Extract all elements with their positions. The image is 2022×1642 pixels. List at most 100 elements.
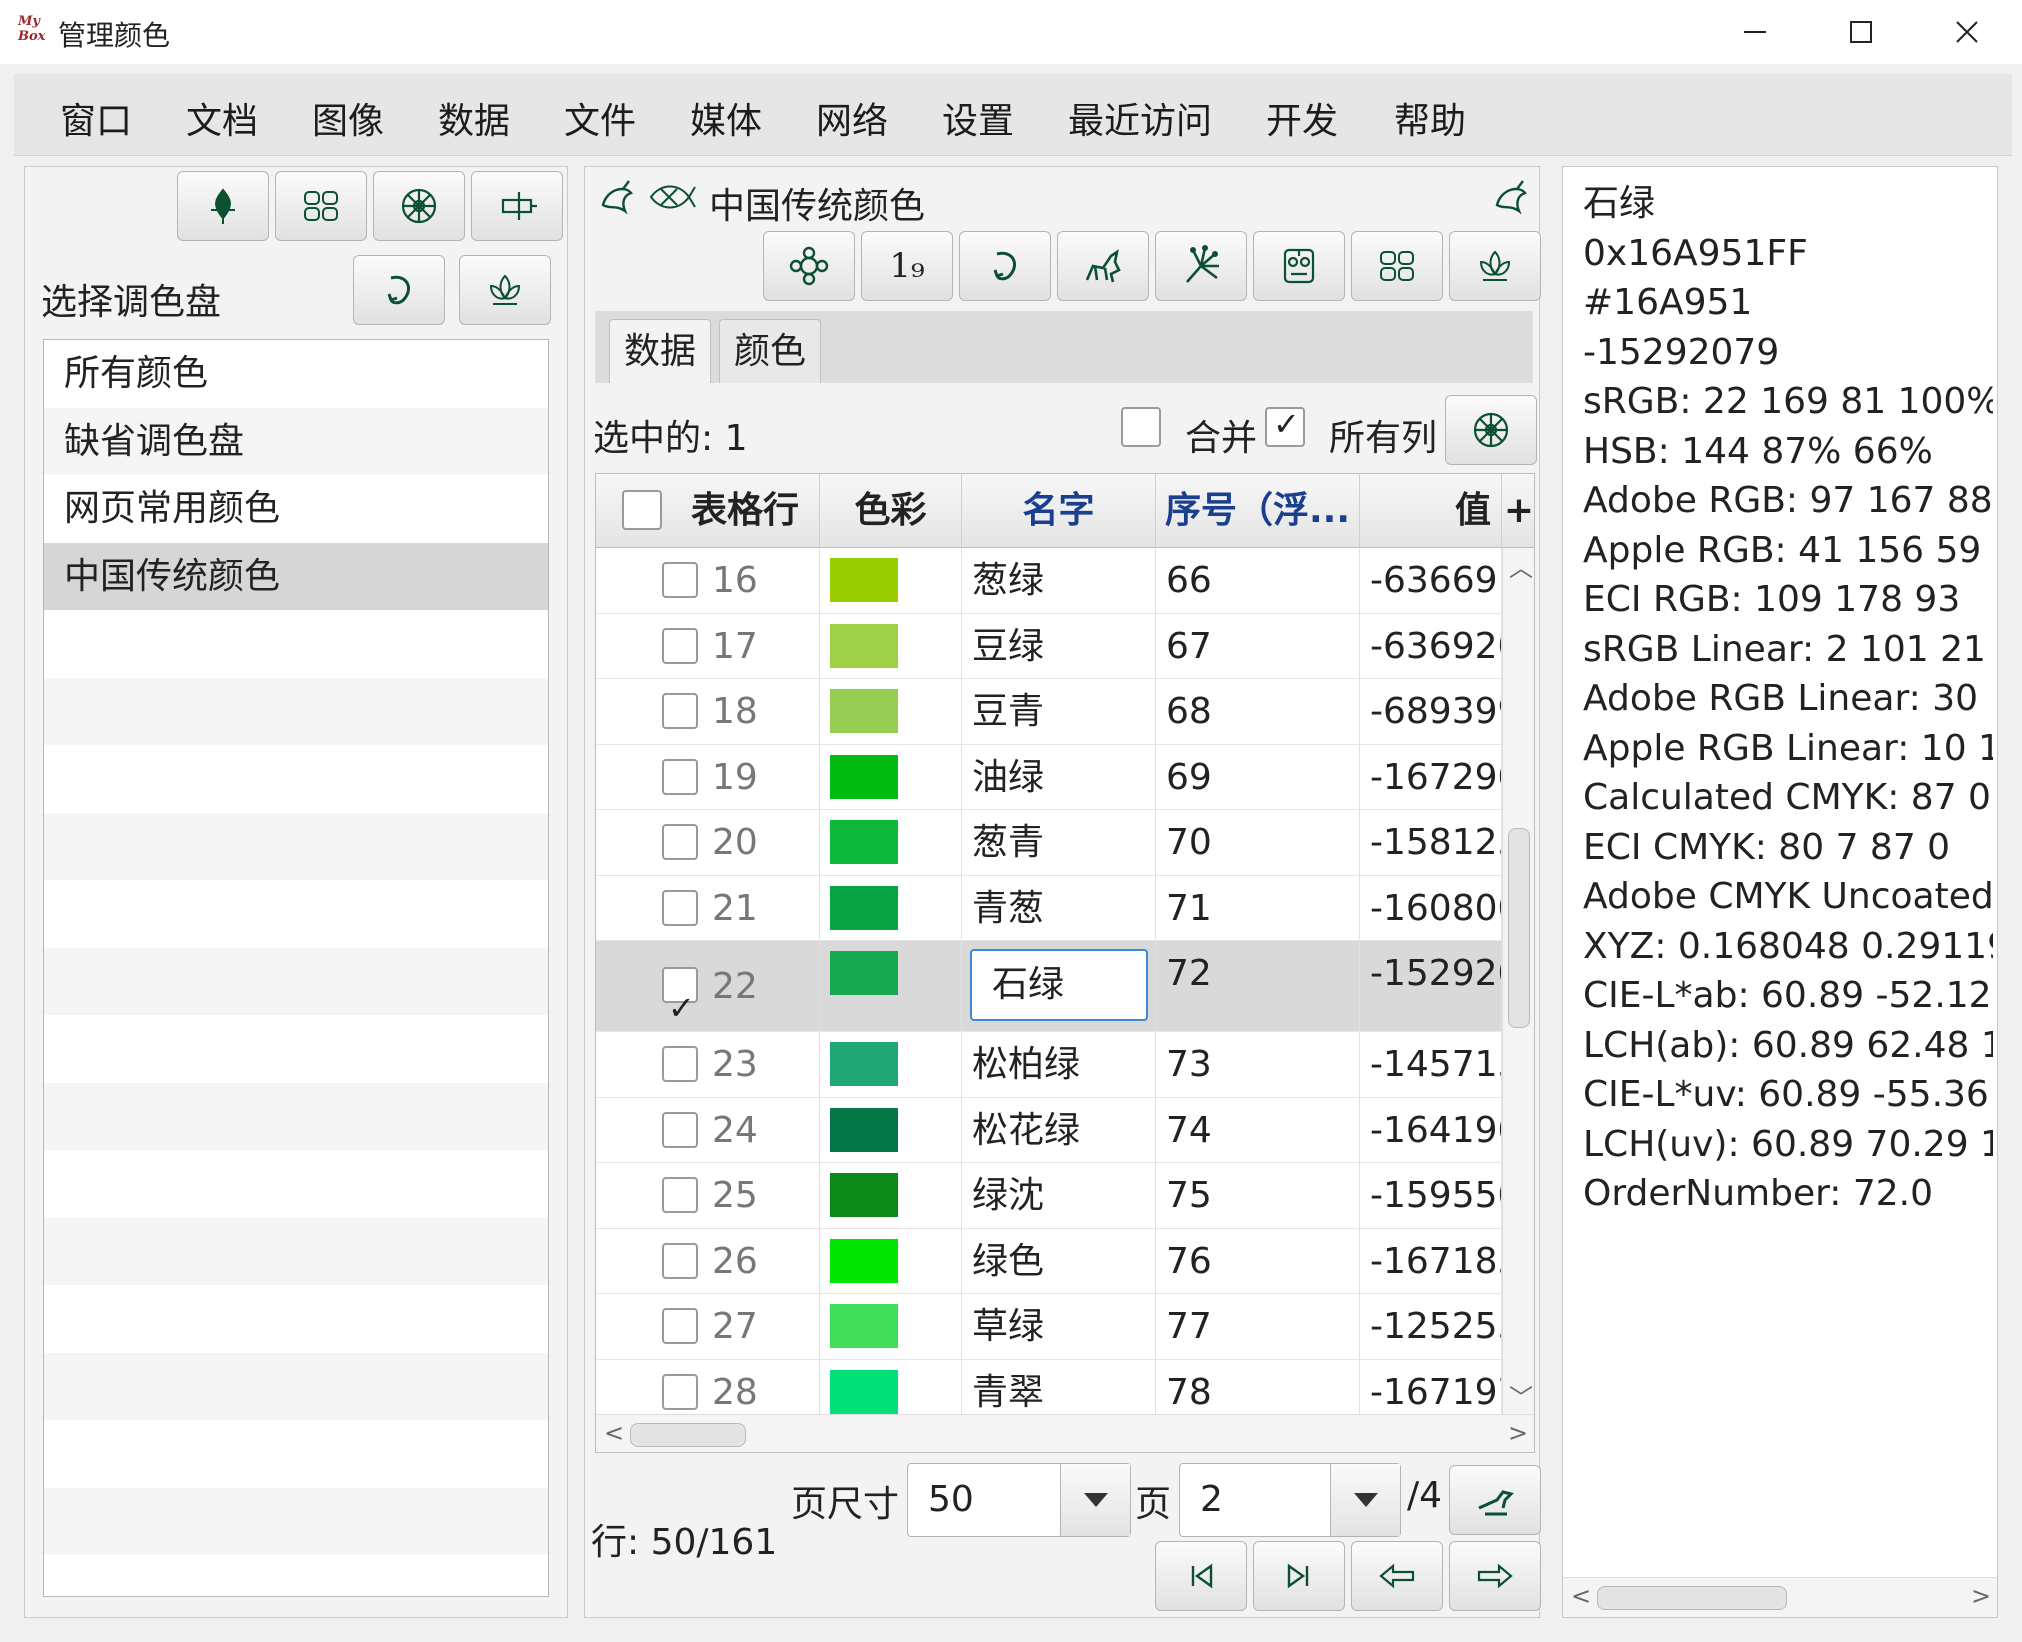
table-row[interactable]: 24 松花绿 74 -164190 bbox=[596, 1097, 1502, 1163]
value-cell[interactable]: -167290 bbox=[1360, 744, 1502, 809]
menu-network[interactable]: 网络 bbox=[816, 92, 888, 144]
scroll-left-icon[interactable]: < bbox=[1571, 1582, 1591, 1610]
column-header-name[interactable]: 名字 bbox=[962, 474, 1156, 548]
palette-item-web-common[interactable]: 网页常用颜色 bbox=[44, 475, 548, 543]
name-cell[interactable]: 青葱 bbox=[962, 875, 1156, 940]
menu-develop[interactable]: 开发 bbox=[1266, 92, 1338, 144]
lotus-button[interactable] bbox=[1449, 231, 1541, 301]
maximize-button[interactable] bbox=[1816, 8, 1906, 56]
name-cell[interactable]: 豆青 bbox=[962, 679, 1156, 744]
table-row[interactable]: 26 绿色 76 -167185 bbox=[596, 1228, 1502, 1294]
qilin-button[interactable] bbox=[1057, 231, 1149, 301]
next-page-button[interactable] bbox=[1449, 1541, 1541, 1611]
add-column-button[interactable]: + bbox=[1502, 474, 1534, 548]
row-checkbox[interactable] bbox=[662, 693, 698, 729]
last-page-button[interactable] bbox=[1253, 1541, 1345, 1611]
table-row[interactable]: 17 豆绿 67 -636920 bbox=[596, 613, 1502, 679]
order-cell[interactable]: 77 bbox=[1156, 1294, 1360, 1359]
menu-data[interactable]: 数据 bbox=[438, 92, 510, 144]
value-cell[interactable]: -167185 bbox=[1360, 1228, 1502, 1293]
menu-document[interactable]: 文档 bbox=[186, 92, 258, 144]
page-size-select[interactable]: 50 bbox=[907, 1463, 1131, 1537]
order-cell[interactable]: 76 bbox=[1156, 1228, 1360, 1293]
name-cell[interactable]: 草绿 bbox=[962, 1294, 1156, 1359]
row-checkbox[interactable] bbox=[662, 889, 698, 926]
value-cell[interactable]: -125255 bbox=[1360, 1294, 1502, 1359]
row-checkbox[interactable] bbox=[662, 758, 698, 795]
row-checkbox[interactable] bbox=[662, 1177, 698, 1213]
scroll-right-icon[interactable]: > bbox=[1971, 1582, 1991, 1610]
tab-data[interactable]: 数据 bbox=[609, 319, 712, 383]
name-cell[interactable]: 松柏绿 bbox=[962, 1032, 1156, 1097]
table-row[interactable]: 23 松柏绿 73 -145715 bbox=[596, 1032, 1502, 1098]
scroll-down-icon[interactable]: ﹀ bbox=[1509, 1378, 1533, 1413]
row-checkbox[interactable] bbox=[662, 1242, 698, 1279]
column-header-value[interactable]: 值 bbox=[1360, 474, 1502, 548]
order-cell[interactable]: 67 bbox=[1156, 613, 1360, 678]
value-cell[interactable]: -152920 bbox=[1360, 941, 1502, 1031]
page-dropdown-button[interactable] bbox=[1330, 1464, 1400, 1536]
table-row[interactable]: 20 葱青 70 -158125 bbox=[596, 810, 1502, 876]
edit-button[interactable] bbox=[471, 171, 563, 241]
peacock-button[interactable] bbox=[1155, 231, 1247, 301]
value-cell[interactable]: -145715 bbox=[1360, 1032, 1502, 1097]
row-checkbox[interactable]: ✓ bbox=[662, 967, 698, 1027]
row-checkbox[interactable] bbox=[662, 627, 698, 664]
row-checkbox[interactable] bbox=[662, 1046, 698, 1082]
info-horizontal-scrollbar[interactable]: < > bbox=[1563, 1577, 1997, 1617]
menu-image[interactable]: 图像 bbox=[312, 92, 384, 144]
row-checkbox[interactable] bbox=[662, 1373, 698, 1410]
leaf-button[interactable] bbox=[177, 171, 269, 241]
value-cell[interactable]: -158125 bbox=[1360, 810, 1502, 875]
column-header-row[interactable]: 表格行 bbox=[596, 474, 820, 548]
row-checkbox[interactable] bbox=[662, 562, 698, 598]
merge-checkbox[interactable] bbox=[1121, 407, 1161, 447]
page-select[interactable]: 2 bbox=[1179, 1463, 1401, 1537]
table-horizontal-scrollbar[interactable]: < > bbox=[596, 1414, 1534, 1452]
table-vertical-scrollbar[interactable]: ︿ ﹀ bbox=[1502, 548, 1534, 1414]
first-page-button[interactable] bbox=[1155, 1541, 1247, 1611]
go-page-button[interactable] bbox=[1449, 1465, 1541, 1535]
order-cell[interactable]: 72 bbox=[1156, 941, 1360, 1031]
value-cell[interactable]: -689399 bbox=[1360, 679, 1502, 744]
minimize-button[interactable] bbox=[1710, 8, 1800, 56]
row-checkbox[interactable] bbox=[662, 824, 698, 860]
phoenix-icon[interactable] bbox=[1489, 175, 1533, 219]
palette-item-all-colors[interactable]: 所有颜色 bbox=[44, 340, 548, 408]
order-number-button[interactable]: 1₉ bbox=[861, 231, 953, 301]
value-cell[interactable]: -159550 bbox=[1360, 1163, 1502, 1228]
flower-button[interactable] bbox=[373, 171, 465, 241]
refresh-button[interactable] bbox=[959, 231, 1051, 301]
horizontal-scroll-thumb[interactable] bbox=[630, 1423, 746, 1447]
name-cell[interactable]: 青翠 bbox=[962, 1359, 1156, 1414]
ornament-button[interactable] bbox=[763, 231, 855, 301]
value-cell[interactable]: -164190 bbox=[1360, 1097, 1502, 1162]
table-row-selected[interactable]: ✓ 22 石绿 72 -152920 bbox=[596, 941, 1502, 1032]
scroll-right-icon[interactable]: > bbox=[1508, 1419, 1528, 1447]
name-cell[interactable]: 葱绿 bbox=[962, 548, 1156, 613]
table-row[interactable]: 18 豆青 68 -689399 bbox=[596, 679, 1502, 745]
menu-window[interactable]: 窗口 bbox=[60, 92, 132, 144]
palette-list[interactable]: 所有颜色 缺省调色盘 网页常用颜色 中国传统颜色 bbox=[43, 339, 549, 1597]
menu-help[interactable]: 帮助 bbox=[1394, 92, 1466, 144]
column-header-order[interactable]: 序号（浮... bbox=[1156, 474, 1360, 548]
row-checkbox[interactable] bbox=[662, 1111, 698, 1148]
name-cell[interactable]: 油绿 bbox=[962, 744, 1156, 809]
pattern-button[interactable] bbox=[275, 171, 367, 241]
page-size-dropdown-button[interactable] bbox=[1060, 1464, 1130, 1536]
colors-table[interactable]: 表格行 色彩 名字 序号（浮... 值 + 16 葱绿 66 -63669 17… bbox=[595, 473, 1535, 1453]
scroll-left-icon[interactable]: < bbox=[604, 1419, 624, 1447]
order-cell[interactable]: 70 bbox=[1156, 810, 1360, 875]
tab-colors[interactable]: 颜色 bbox=[719, 319, 822, 383]
order-cell[interactable]: 69 bbox=[1156, 744, 1360, 809]
name-cell[interactable]: 葱青 bbox=[962, 810, 1156, 875]
order-cell[interactable]: 71 bbox=[1156, 875, 1360, 940]
horizontal-scroll-thumb[interactable] bbox=[1597, 1586, 1787, 1610]
menu-file[interactable]: 文件 bbox=[564, 92, 636, 144]
table-row[interactable]: 16 葱绿 66 -636691 bbox=[596, 548, 1502, 614]
menu-settings[interactable]: 设置 bbox=[942, 92, 1014, 144]
palette-item-chinese-traditional[interactable]: 中国传统颜色 bbox=[44, 542, 548, 610]
column-header-color[interactable]: 色彩 bbox=[820, 474, 962, 548]
refresh-palettes-button[interactable] bbox=[353, 255, 445, 325]
flower-button[interactable] bbox=[1445, 395, 1537, 465]
